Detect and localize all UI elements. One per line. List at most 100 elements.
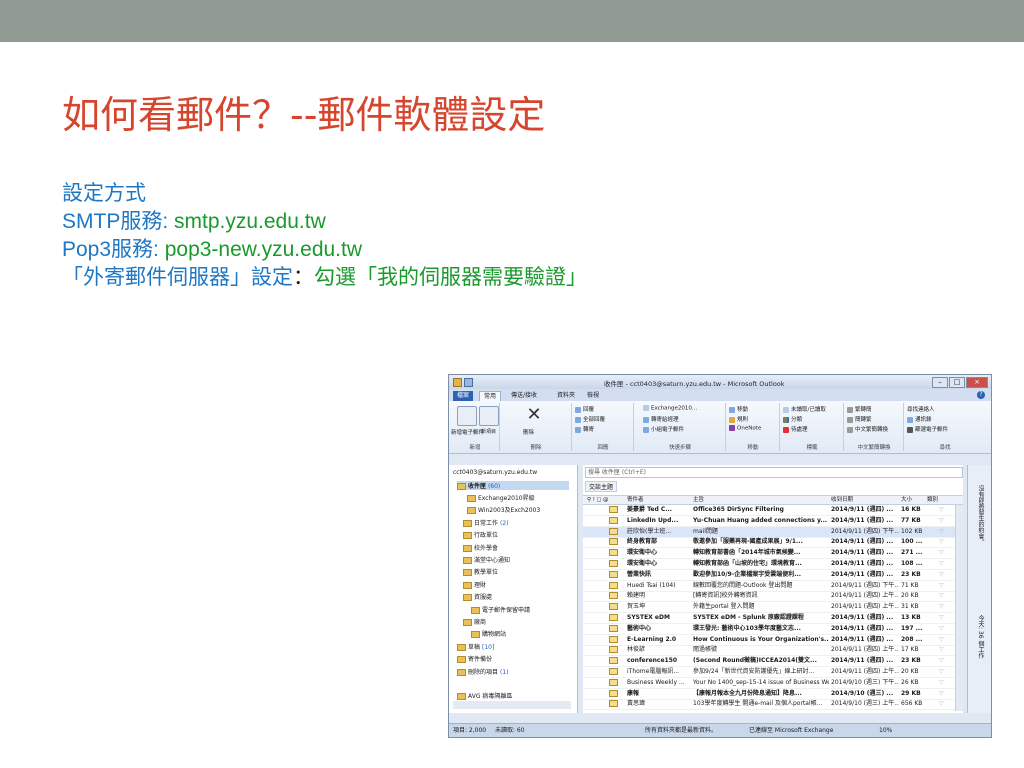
folder-item[interactable]: 滿堂中心通知 xyxy=(463,555,512,564)
help-icon[interactable]: ? xyxy=(977,391,985,399)
onenote-button[interactable]: OneNote xyxy=(729,425,761,432)
flag-icon[interactable]: ▽ xyxy=(939,678,944,688)
search-input[interactable]: 搜尋 收件匣 (Ctrl+E) xyxy=(585,467,963,478)
message-row[interactable]: 林俊諺 閱過帳號 2014/9/11 (週四) 上午... 17 KB ▽ xyxy=(583,645,963,657)
message-row[interactable]: 營業快訊 歡迎參加10/9-企業檔案字受雲端便利... 2014/9/11 (週四)… xyxy=(583,570,963,581)
new-items-button[interactable]: 新項目 xyxy=(481,428,496,435)
message-scrollbar[interactable] xyxy=(955,505,963,711)
message-row[interactable]: 環安衛中心 轉知教育部書函「2014年城市氣候變... 2014/9/11 (週四)… xyxy=(583,548,963,560)
quickstep-exchange[interactable]: Exchange2010... xyxy=(643,405,697,412)
new-mail-button[interactable]: 新增電子郵件 xyxy=(451,428,484,436)
message-row[interactable]: 黃思瑋 103學年度轉學生 開通e-mail 及個人portal帳... 2014/… xyxy=(583,699,963,711)
flag-icon[interactable]: ▽ xyxy=(939,635,944,645)
rules-button[interactable]: 規則 xyxy=(729,415,748,423)
message-row[interactable]: 賀玉坤 外籍生portal 登入問題 2014/9/11 (週四) 上午... 31 … xyxy=(583,602,963,614)
folder-item[interactable]: 校外學會 xyxy=(463,543,500,552)
message-row[interactable]: 姜豪爵 Ted C... Office365 DirSync Filtering 2… xyxy=(583,505,963,516)
col-size[interactable]: 大小 xyxy=(901,496,912,504)
send-receive-icon[interactable] xyxy=(464,378,473,387)
message-row[interactable]: 賴建明 [轉寄資訊]校外轉寄資訊 2014/9/11 (週四) 上午... 20 KB… xyxy=(583,591,963,603)
col-category[interactable]: 類別 xyxy=(927,496,938,504)
tab-folder[interactable]: 資料夾 xyxy=(553,391,579,401)
col-received[interactable]: 收到日期 xyxy=(831,496,853,504)
folder-item[interactable]: 刪除的項目 (1) xyxy=(457,667,509,676)
flag-icon[interactable]: ▽ xyxy=(939,527,944,537)
filter-email-button[interactable]: 篩選電子郵件 xyxy=(907,425,948,433)
flag-icon[interactable]: ▽ xyxy=(939,516,944,526)
message-row[interactable]: 莊欣怡(學士班... mail問題 2014/9/11 (週四) 下午... 102 … xyxy=(583,526,963,538)
flag-icon[interactable]: ▽ xyxy=(939,689,944,699)
folder-item[interactable]: 草稿 [10] xyxy=(457,642,494,651)
message-row[interactable]: E-Learning 2.0 How Continuous is Your Org… xyxy=(583,635,963,646)
group-chinese-conversion: 繁轉簡 簡轉繁 中文繁簡轉換 中文繁簡轉換 xyxy=(845,403,904,451)
flag-icon[interactable]: ▽ xyxy=(939,570,944,580)
col-subject[interactable]: 主旨 xyxy=(693,496,704,504)
folder-item[interactable]: 行政單位 xyxy=(463,530,500,540)
flag-icon[interactable]: ▽ xyxy=(939,699,944,709)
delete-button[interactable]: 刪除 xyxy=(523,428,534,436)
flag-icon[interactable]: ▽ xyxy=(939,537,944,547)
flag-icon[interactable]: ▽ xyxy=(939,613,944,623)
status-zoom[interactable]: 10% xyxy=(879,724,892,737)
message-row[interactable]: Huedi Tsai (104) 線數回覆您的問題-Outlook 登出問題 201… xyxy=(583,581,963,592)
message-row[interactable]: 環安衛中心 轉知教育部函「山坡的住宅」環境教育... 2014/9/11 (週四) … xyxy=(583,559,963,570)
quickstep-forward-manager[interactable]: 轉寄給經理 xyxy=(643,415,679,423)
find-contact-field[interactable]: 尋找連絡人 xyxy=(907,405,935,413)
reply-all-button[interactable]: 全部回覆 xyxy=(575,415,605,423)
trad-to-simp-button[interactable]: 繁轉簡 xyxy=(847,405,872,413)
folder-scrollbar-h[interactable] xyxy=(453,701,571,709)
simp-to-trad-button[interactable]: 簡轉繁 xyxy=(847,415,872,423)
folder-item[interactable]: 購物網站 xyxy=(471,629,508,639)
folder-item[interactable]: Win2003及Exch2003 xyxy=(467,505,542,515)
folder-inbox[interactable]: 收件匣 (60) xyxy=(457,481,569,490)
reply-button[interactable]: 回覆 xyxy=(575,405,594,413)
folder-item[interactable]: 日常工作 (2) xyxy=(463,518,509,527)
flag-icon[interactable]: ▽ xyxy=(939,505,944,515)
address-book-button[interactable]: 通訊錄 xyxy=(907,415,932,423)
message-row[interactable]: LinkedIn Upd... Yu-Chuan Huang added conn… xyxy=(583,516,963,527)
message-subject: How Continuous is Your Organization's... xyxy=(693,635,829,643)
account-node[interactable]: cct0403@saturn.yzu.edu.tw xyxy=(453,469,537,476)
flag-icon[interactable]: ▽ xyxy=(939,624,944,634)
move-icon xyxy=(729,406,735,413)
col-from[interactable]: 寄件者 xyxy=(627,496,644,504)
folder-item[interactable]: 寄件備份 xyxy=(457,654,494,664)
followup-button[interactable]: 待處理 xyxy=(783,425,808,433)
folder-avg-quarantine[interactable]: AVG 病毒隔離區 xyxy=(457,691,512,700)
col-icons[interactable]: ⚲ ! ◻ @ xyxy=(587,496,609,504)
unread-read-button[interactable]: 未讀取/已讀取 xyxy=(783,405,826,413)
message-row[interactable]: Business Weekly ... Your No 1400_sep-15-1… xyxy=(583,678,963,689)
flag-icon[interactable]: ▽ xyxy=(939,581,944,591)
flag-icon[interactable]: ▽ xyxy=(939,548,944,558)
flag-icon[interactable]: ▽ xyxy=(939,656,944,666)
flag-icon[interactable]: ▽ xyxy=(939,591,944,601)
folder-item[interactable]: 理財 xyxy=(463,580,488,589)
folder-item[interactable]: Exchange2010昇級 xyxy=(467,493,537,502)
close-button[interactable]: × xyxy=(966,377,988,388)
folder-item[interactable]: 教學單位 xyxy=(463,567,500,577)
maximize-button[interactable]: □ xyxy=(949,377,965,388)
forward-button[interactable]: 轉寄 xyxy=(575,425,594,433)
message-row[interactable]: 康報 【康報月報本全九月份降息通知】降息... 2014/9/10 (週三) ...… xyxy=(583,689,963,700)
folder-item[interactable]: 廠商 xyxy=(463,617,488,626)
categorize-button[interactable]: 分類 xyxy=(783,415,802,423)
message-row[interactable]: SYSTEX eDM SYSTEX eDM - Splunk 原廠認證課程 2014… xyxy=(583,613,963,624)
message-row[interactable]: 終身教育部 敬邀參加「服藥再現-國產成果展」9/1... 2014/9/11 (週四… xyxy=(583,537,963,549)
message-row[interactable]: iThome電腦報訊... 參加9/24「新世代資安防護優先」線上研討... 201… xyxy=(583,667,963,678)
flag-icon[interactable]: ▽ xyxy=(939,645,944,655)
arrange-by-conversation[interactable]: 交談主題 xyxy=(585,481,618,492)
message-row[interactable]: conference150 (Second Round徵稿)ICCEA2014(雙… xyxy=(583,656,963,668)
move-button[interactable]: 移動 xyxy=(729,405,748,413)
quickstep-team-email[interactable]: 小組電子郵件 xyxy=(643,425,684,433)
message-row[interactable]: 藝術中心 環王發光: 藝術中心103學年度藝文志... 2014/9/11 (週四)… xyxy=(583,624,963,635)
tab-send-receive[interactable]: 傳送/接收 xyxy=(507,391,541,401)
flag-icon[interactable]: ▽ xyxy=(939,667,944,677)
folder-item[interactable]: 電子郵件保留申請 xyxy=(471,605,532,614)
tab-view[interactable]: 檢視 xyxy=(583,391,603,401)
flag-icon[interactable]: ▽ xyxy=(939,559,944,569)
minimize-button[interactable]: – xyxy=(932,377,948,388)
tab-file[interactable]: 檔案 xyxy=(453,391,474,401)
flag-icon[interactable]: ▽ xyxy=(939,602,944,612)
folder-item[interactable]: 資服處 xyxy=(463,592,494,602)
chinese-conversion-button[interactable]: 中文繁簡轉換 xyxy=(847,425,888,433)
